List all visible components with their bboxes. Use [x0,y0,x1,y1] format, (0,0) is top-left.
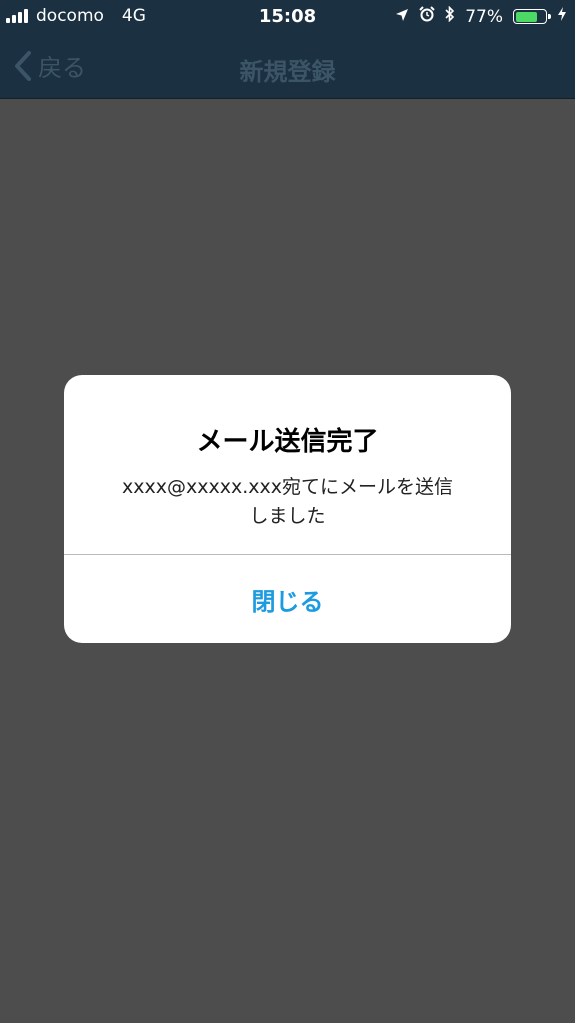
bluetooth-icon [445,5,455,27]
battery-fill [515,11,538,22]
navigation-bar: 戻る 新規登録 [0,34,575,99]
alert-message-line2: しました [249,505,326,527]
status-bar: docomo 4G 15:08 77% [0,0,575,34]
alert-dialog: メール送信完了 xxxx@xxxxx.xxx宛てにメールを送信 しました 閉じる [64,375,511,643]
alert-title: メール送信完了 [196,427,379,457]
battery-percent: 77% [465,6,503,27]
alarm-icon [419,6,435,27]
status-right: 77% [395,5,567,27]
page-title: 新規登録 [239,58,336,86]
alert-message-line1: xxxx@xxxxx.xxx宛てにメールを送信 [122,476,453,498]
location-icon [395,7,409,27]
alert-message: xxxx@xxxxx.xxx宛てにメールを送信 しました [104,473,471,531]
charging-icon [557,6,567,27]
close-button[interactable]: 閉じる [64,555,511,643]
battery-icon [513,9,551,24]
